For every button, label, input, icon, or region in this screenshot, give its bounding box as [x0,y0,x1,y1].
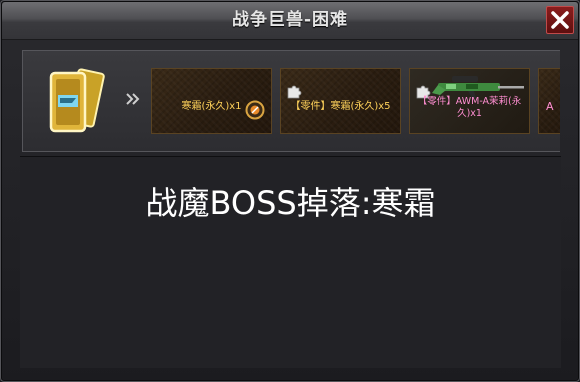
reward-slot-label: 【零件】寒霜(永久)x5 [290,101,391,112]
double-chevron-right-icon [126,93,140,105]
golden-card-stack-icon [49,68,105,133]
reward-slot-1[interactable]: 寒霜(永久)x1 [151,68,272,134]
close-x-icon [551,11,569,29]
reward-slot-label: 寒霜(永久)x1 [181,101,242,112]
reward-slot-4[interactable]: A [538,68,560,134]
reward-dialog: 战争巨兽-困难 寒霜(永久)x1 【零件】寒霜(永久)x5 【零件】AWM-A茉… [0,0,580,382]
content-panel: 战魔BOSS掉落:寒霜 [20,156,561,368]
reward-slot-3[interactable]: 【零件】AWM-A茉莉(永久)x1 [409,68,530,134]
dialog-title: 战争巨兽-困难 [231,10,349,30]
close-button[interactable] [546,6,574,34]
reward-slot-label: A [546,100,554,113]
reward-slot-2[interactable]: 【零件】寒霜(永久)x5 [280,68,401,134]
reward-slot-label: 【零件】AWM-A茉莉(永久)x1 [417,96,522,119]
reward-strip: 寒霜(永久)x1 【零件】寒霜(永久)x5 【零件】AWM-A茉莉(永久)x1 [22,50,560,152]
boss-drop-text: 战魔BOSS掉落:寒霜 [145,184,436,222]
puzzle-piece-icon [287,85,302,99]
title-bar: 战争巨兽-困难 [2,2,578,40]
